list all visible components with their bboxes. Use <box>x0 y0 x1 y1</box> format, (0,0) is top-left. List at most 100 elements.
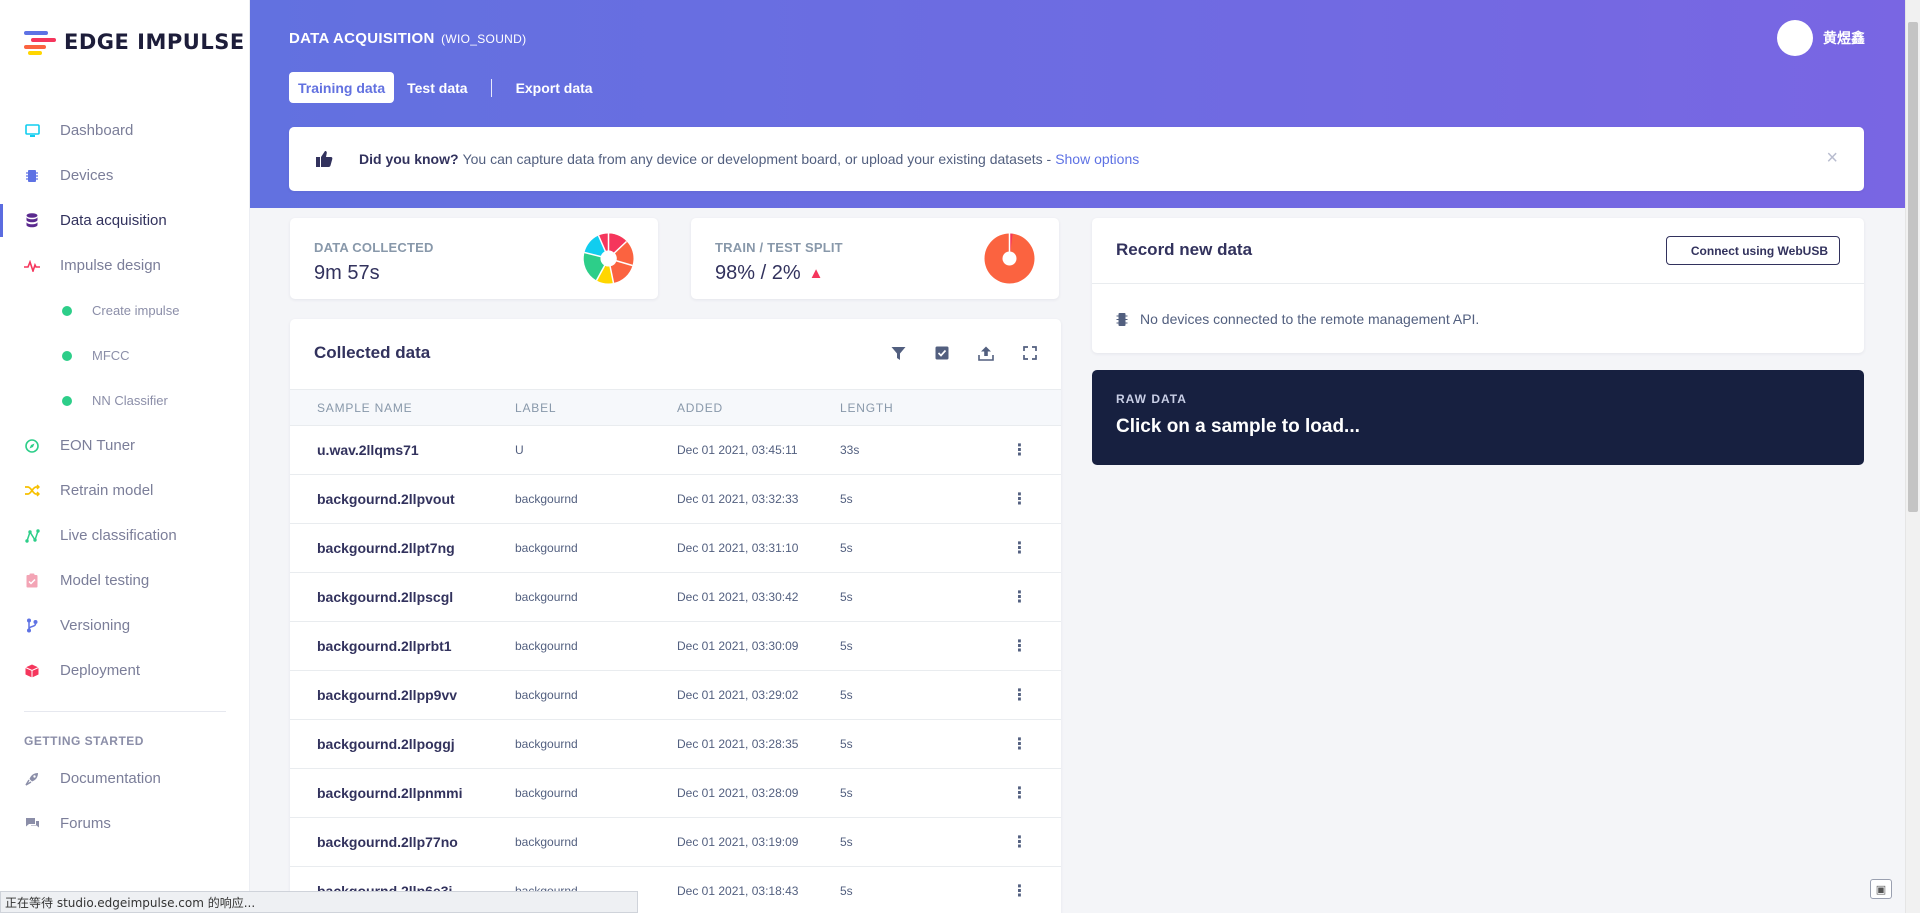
tab-separator <box>490 78 492 97</box>
sidebar-subitem-create-impulse[interactable]: Create impulse <box>0 288 250 333</box>
sample-name[interactable]: backgournd.2llprbt1 <box>290 621 515 671</box>
raw-data-panel: RAW DATA Click on a sample to load... <box>1092 370 1864 465</box>
more-options-icon[interactable]: ⋮ <box>978 523 1061 573</box>
sample-name[interactable]: backgournd.2llpt7ng <box>290 523 515 573</box>
sample-name[interactable]: backgournd.2llpnmmi <box>290 768 515 818</box>
column-header-length[interactable]: LENGTH <box>840 389 978 426</box>
sidebar-item-model-testing[interactable]: Model testing <box>0 558 250 603</box>
more-options-icon[interactable]: ⋮ <box>978 817 1061 867</box>
page-title: DATA ACQUISITION (WIO_SOUND) <box>289 30 526 47</box>
page-scrollbar[interactable] <box>1905 0 1920 913</box>
sidebar-item-forums[interactable]: Forums <box>0 801 250 846</box>
record-new-data-title: Record new data <box>1116 240 1253 259</box>
more-options-icon[interactable]: ⋮ <box>978 572 1061 622</box>
sample-name[interactable]: backgournd.2llpoggj <box>290 719 515 769</box>
more-options-icon[interactable]: ⋮ <box>978 768 1061 818</box>
table-row[interactable]: backgournd.2llpoggj backgournd Dec 01 20… <box>290 719 1061 769</box>
sidebar-item-eon-tuner[interactable]: EON Tuner <box>0 423 250 468</box>
data-collected-donut <box>583 233 634 284</box>
sample-added: Dec 01 2021, 03:30:42 <box>677 572 840 622</box>
table-row[interactable]: backgournd.2llpvout backgournd Dec 01 20… <box>290 474 1061 524</box>
column-header-sample-name[interactable]: SAMPLE NAME <box>290 389 515 426</box>
column-header-label[interactable]: LABEL <box>515 389 677 426</box>
sidebar-item-label: Model testing <box>60 572 150 589</box>
no-devices-message: No devices connected to the remote manag… <box>1140 311 1480 327</box>
brand-logo[interactable]: EDGE IMPULSE <box>24 30 245 55</box>
tab-test-data[interactable]: Test data <box>398 72 476 103</box>
tab-export-data[interactable]: Export data <box>507 72 602 103</box>
sidebar: EDGE IMPULSE Dashboard Devices Data acqu… <box>0 0 250 913</box>
collected-data-table: SAMPLE NAME LABEL ADDED LENGTH u.wav.2ll… <box>290 389 1061 913</box>
sidebar-item-versioning[interactable]: Versioning <box>0 603 250 648</box>
upload-icon[interactable] <box>977 344 995 362</box>
compass-icon <box>24 438 40 454</box>
more-options-icon[interactable]: ⋮ <box>978 866 1061 913</box>
sample-length: 5s <box>840 572 978 622</box>
sample-length: 33s <box>840 425 978 475</box>
more-options-icon[interactable]: ⋮ <box>978 425 1061 475</box>
table-row[interactable]: backgournd.2llpnmmi backgournd Dec 01 20… <box>290 768 1061 818</box>
browser-status-bar: 正在等待 studio.edgeimpulse.com 的响应... <box>0 891 638 913</box>
sample-name[interactable]: backgournd.2llpvout <box>290 474 515 524</box>
sidebar-item-data-acquisition[interactable]: Data acquisition <box>0 198 250 243</box>
table-row[interactable]: u.wav.2llqms71 U Dec 01 2021, 03:45:11 3… <box>290 425 1061 475</box>
sidebar-subitem-mfcc[interactable]: MFCC <box>0 333 250 378</box>
more-options-icon[interactable]: ⋮ <box>978 670 1061 720</box>
sidebar-item-deployment[interactable]: Deployment <box>0 648 250 693</box>
sample-name[interactable]: backgournd.2llpscgl <box>290 572 515 622</box>
fullscreen-icon[interactable] <box>1021 344 1039 362</box>
sample-label: backgournd <box>515 572 677 622</box>
sample-added: Dec 01 2021, 03:29:02 <box>677 670 840 720</box>
sidebar-item-retrain-model[interactable]: Retrain model <box>0 468 250 513</box>
feedback-chat-icon[interactable]: ▣ <box>1870 879 1892 899</box>
sample-name[interactable]: u.wav.2llqms71 <box>290 425 515 475</box>
table-row[interactable]: backgournd.2llpscgl backgournd Dec 01 20… <box>290 572 1061 622</box>
monitor-icon <box>24 123 40 139</box>
sidebar-item-live-classification[interactable]: Live classification <box>0 513 250 558</box>
sidebar-item-devices[interactable]: Devices <box>0 153 250 198</box>
select-checkbox-icon[interactable] <box>933 344 951 362</box>
sample-added: Dec 01 2021, 03:30:09 <box>677 621 840 671</box>
clipboard-check-icon <box>24 573 40 589</box>
collected-data-toolbar <box>863 344 1039 362</box>
more-options-icon[interactable]: ⋮ <box>978 474 1061 524</box>
tip-heading: Did you know? <box>359 151 459 167</box>
sample-added: Dec 01 2021, 03:18:43 <box>677 866 840 913</box>
status-dot-icon <box>62 350 72 361</box>
more-options-icon[interactable]: ⋮ <box>978 621 1061 671</box>
more-options-icon[interactable]: ⋮ <box>978 719 1061 769</box>
connect-webusb-button[interactable]: Connect using WebUSB <box>1665 236 1840 265</box>
sidebar-item-impulse-design[interactable]: Impulse design <box>0 243 250 288</box>
sidebar-item-dashboard[interactable]: Dashboard <box>0 108 250 153</box>
sample-added: Dec 01 2021, 03:28:35 <box>677 719 840 769</box>
table-row[interactable]: backgournd.2llpp9vv backgournd Dec 01 20… <box>290 670 1061 720</box>
sample-length: 5s <box>840 719 978 769</box>
graph-icon <box>24 528 40 544</box>
tab-training-data[interactable]: Training data <box>289 72 395 103</box>
user-menu[interactable]: 黄煜鑫 <box>1777 20 1865 56</box>
table-row[interactable]: backgournd.2llprbt1 backgournd Dec 01 20… <box>290 621 1061 671</box>
close-icon[interactable]: × <box>1826 147 1838 170</box>
sidebar-item-label: Dashboard <box>60 122 134 139</box>
warning-icon[interactable]: ▲ <box>809 265 824 282</box>
table-row[interactable]: backgournd.2llpt7ng backgournd Dec 01 20… <box>290 523 1061 573</box>
record-new-data-card: Record new data Connect using WebUSB No … <box>1092 218 1864 353</box>
split-donut <box>984 233 1035 284</box>
chip-icon <box>1116 312 1128 327</box>
sample-added: Dec 01 2021, 03:19:09 <box>677 817 840 867</box>
sidebar-item-label: Documentation <box>60 770 161 787</box>
sample-name[interactable]: backgournd.2llpp9vv <box>290 670 515 720</box>
sidebar-item-documentation[interactable]: Documentation <box>0 756 250 801</box>
show-options-link[interactable]: Show options <box>1055 151 1139 167</box>
column-header-added[interactable]: ADDED <box>677 389 840 426</box>
scrollbar-thumb[interactable] <box>1908 22 1918 512</box>
sample-label: backgournd <box>515 719 677 769</box>
raw-data-placeholder: Click on a sample to load... <box>1116 416 1360 437</box>
table-row[interactable]: backgournd.2llp77no backgournd Dec 01 20… <box>290 817 1061 867</box>
filter-icon[interactable] <box>889 344 907 362</box>
table-header-row: SAMPLE NAME LABEL ADDED LENGTH <box>290 389 1061 426</box>
data-collected-label: DATA COLLECTED <box>314 240 434 255</box>
sidebar-subitem-nn-classifier[interactable]: NN Classifier <box>0 378 250 423</box>
sample-name[interactable]: backgournd.2llp77no <box>290 817 515 867</box>
column-header-actions <box>978 389 1061 426</box>
